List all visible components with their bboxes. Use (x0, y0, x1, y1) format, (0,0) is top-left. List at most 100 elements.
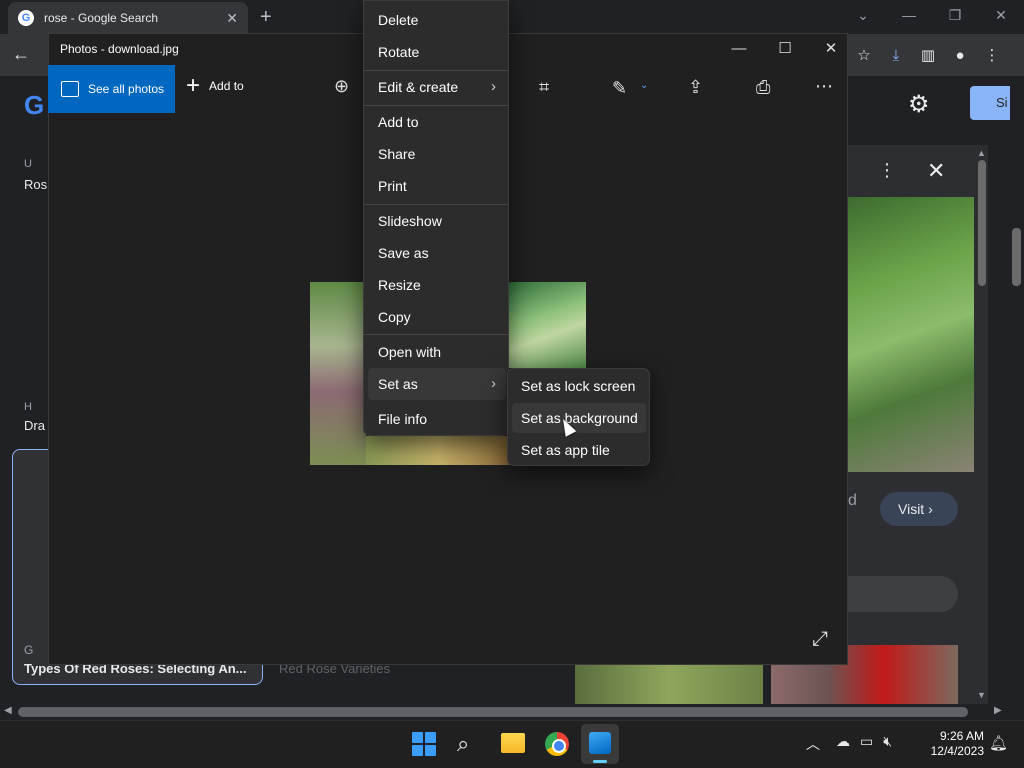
menu-item-slideshow[interactable]: Slideshow (364, 205, 510, 237)
menu-divider (364, 334, 508, 335)
page-scrollbar[interactable] (1010, 76, 1024, 704)
file-explorer-icon[interactable] (501, 733, 525, 753)
back-arrow-icon[interactable]: ← (12, 44, 30, 65)
photo-image[interactable] (508, 282, 586, 368)
add-to-button[interactable]: + Add to (186, 72, 244, 99)
zoom-in-icon[interactable]: ⊕ (334, 76, 349, 97)
menu-item-file-info[interactable]: File info (364, 403, 510, 435)
start-button-icon[interactable] (412, 732, 436, 756)
result-source-1: U (24, 158, 32, 170)
photo-image[interactable] (366, 436, 510, 465)
browser-tab-title: rose - Google Search (44, 11, 159, 25)
panel-scroll-up-icon[interactable]: ▲ (977, 148, 986, 158)
submenu-item-app-tile[interactable]: Set as app tile (512, 435, 646, 465)
crop-icon[interactable]: ⌗ (539, 77, 549, 98)
result-title-2[interactable]: Dra (24, 418, 45, 433)
edit-retouch-icon[interactable]: ✎ (612, 78, 627, 99)
gallery-icon (61, 81, 79, 97)
result-source-2: H (24, 401, 32, 413)
preview-image[interactable] (848, 197, 974, 472)
menu-item-resize[interactable]: Resize (364, 269, 510, 301)
profile-icon[interactable]: ● (944, 42, 976, 70)
system-tray: ☁ ▭ 🔇︎ (836, 733, 892, 750)
active-app-indicator (593, 760, 607, 763)
menu-item-label: Edit & create (378, 79, 459, 95)
photos-window-title: Photos - download.jpg (60, 42, 179, 56)
preview-close-icon[interactable]: ✕ (927, 158, 945, 184)
panel-scrollbar-thumb[interactable] (978, 160, 986, 286)
more-options-icon[interactable]: ⋯ (815, 76, 833, 97)
set-as-submenu: Set as lock screen Set as background Set… (507, 368, 650, 466)
photos-close-icon[interactable]: ✕ (808, 36, 854, 62)
clock-date: 12/4/2023 (930, 744, 984, 758)
clock-time: 9:26 AM (939, 729, 984, 743)
submenu-chevron-icon: › (491, 78, 496, 95)
menu-item-label: Set as (378, 376, 418, 392)
edit-dropdown-chevron-icon[interactable]: ⌄ (640, 80, 648, 91)
browser-restore-icon[interactable]: ❐ (932, 0, 978, 32)
see-all-photos-label: See all photos (88, 82, 165, 96)
submenu-chevron-icon: › (491, 375, 496, 392)
scroll-left-icon[interactable]: ◀ (4, 705, 12, 716)
preview-title-fragment: d (848, 492, 857, 509)
browser-minimize-icon[interactable]: — (886, 0, 932, 32)
side-panel-icon[interactable]: ▥ (912, 42, 944, 70)
menu-item-share[interactable]: Share (364, 138, 510, 170)
page-scrollbar-thumb[interactable] (1012, 228, 1021, 286)
photo-image[interactable] (310, 282, 366, 465)
horizontal-scrollbar-thumb[interactable] (18, 707, 968, 717)
visit-button[interactable]: Visit › (880, 492, 958, 526)
preview-more-icon[interactable]: ⋮ (878, 160, 896, 181)
panel-scroll-down-icon[interactable]: ▼ (977, 690, 986, 700)
taskbar-search-icon[interactable]: ⌕ (457, 731, 469, 757)
volume-muted-icon[interactable]: 🔇︎ (883, 733, 892, 750)
selected-card-source: G (24, 643, 34, 657)
chrome-menu-icon[interactable]: ⋮ (976, 42, 1008, 70)
submenu-item-lock-screen[interactable]: Set as lock screen (512, 371, 646, 401)
chrome-icon[interactable] (545, 732, 569, 756)
google-logo[interactable]: G (24, 90, 44, 121)
tray-overflow-chevron-icon[interactable]: ︿ (806, 734, 820, 754)
browser-window-controls: ⌄ — ❐ ✕ (840, 0, 1024, 32)
new-tab-icon[interactable]: + (260, 6, 272, 29)
menu-item-print[interactable]: Print (364, 170, 510, 202)
settings-gear-icon[interactable]: ⚙ (908, 90, 930, 119)
tab-close-icon[interactable]: ✕ (226, 10, 238, 27)
visit-label: Visit (898, 501, 925, 517)
plus-icon: + (186, 72, 201, 99)
menu-item-save-as[interactable]: Save as (364, 237, 510, 269)
menu-item-delete[interactable]: Delete (364, 4, 510, 36)
fullscreen-expand-icon[interactable]: ⤢ (812, 628, 828, 651)
network-icon[interactable]: ▭ (860, 733, 873, 750)
add-to-label: Add to (209, 79, 244, 93)
browser-tab[interactable]: G rose - Google Search ✕ (8, 2, 248, 34)
photos-app-icon[interactable] (589, 732, 611, 754)
download-icon[interactable]: ⤓ (880, 42, 912, 70)
sign-in-button[interactable]: Si (970, 86, 1010, 120)
print-icon[interactable]: ⎙ (756, 77, 770, 98)
photos-maximize-icon[interactable]: ☐ (762, 36, 808, 62)
menu-item-open-with[interactable]: Open with (364, 336, 510, 368)
scroll-right-icon[interactable]: ▶ (994, 705, 1002, 716)
tab-search-chevron-icon[interactable]: ⌄ (840, 0, 886, 32)
browser-toolbar-actions: ☆ ⤓ ▥ ● ⋮ (848, 42, 1008, 70)
result-title-1[interactable]: Ros (24, 177, 47, 192)
share-icon[interactable]: ⇪ (688, 77, 703, 98)
see-all-photos-button[interactable]: See all photos (48, 65, 175, 113)
cloud-icon[interactable]: ☁ (836, 733, 850, 750)
photo-context-menu: Delete Rotate Edit & create › Add to Sha… (363, 0, 509, 436)
menu-item-edit-create[interactable]: Edit & create › (364, 71, 510, 103)
photos-window-controls: — ☐ ✕ (716, 36, 854, 62)
browser-close-icon[interactable]: ✕ (978, 0, 1024, 32)
notifications-bell-icon[interactable]: 🔔︎ (989, 734, 1008, 752)
menu-item-rotate[interactable]: Rotate (364, 36, 510, 68)
menu-item-set-as[interactable]: Set as › (368, 368, 506, 400)
menu-item-add-to[interactable]: Add to (364, 106, 510, 138)
google-favicon-icon: G (18, 10, 34, 26)
photos-minimize-icon[interactable]: — (716, 36, 762, 62)
preview-search-field[interactable] (848, 576, 958, 612)
related-image-thumbnail[interactable] (575, 665, 763, 705)
submenu-item-background[interactable]: Set as background (512, 403, 646, 433)
taskbar-clock[interactable]: 9:26 AM 12/4/2023 (918, 729, 984, 759)
menu-item-copy[interactable]: Copy (364, 301, 510, 333)
